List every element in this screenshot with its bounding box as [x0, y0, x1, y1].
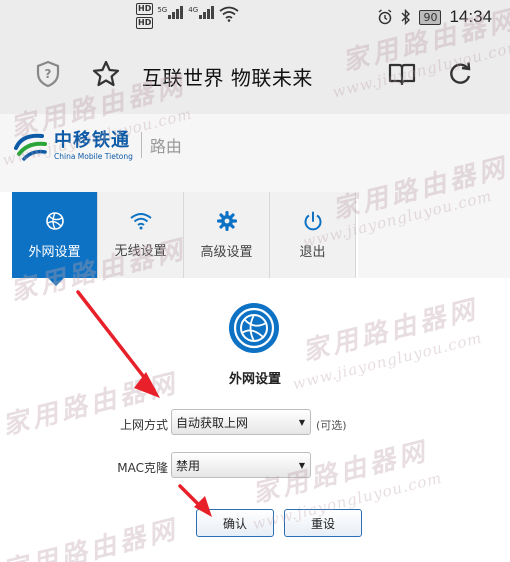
reset-button[interactable]: 重设	[284, 509, 362, 537]
chevron-down-icon: ▼	[298, 461, 305, 470]
tab-label: 退出	[299, 244, 326, 260]
confirm-button[interactable]: 确认	[196, 509, 274, 537]
hd-badge: HD	[136, 3, 154, 15]
reload-button[interactable]	[442, 56, 478, 92]
mac-clone-select[interactable]: 禁用 ▼	[171, 452, 311, 478]
reading-mode-button[interactable]	[384, 56, 420, 92]
battery-icon: 90	[419, 9, 442, 25]
tab-logout[interactable]: 退出	[270, 192, 356, 278]
tab-label: 高级设置	[200, 244, 253, 260]
router-header: 中移铁通 China Mobile Tietong 路由	[0, 114, 510, 192]
annotation-arrow	[76, 290, 160, 398]
watermark-text: 家用路由器网	[299, 294, 482, 368]
mac-clone-value: 禁用	[176, 458, 201, 473]
svg-text:?: ?	[45, 67, 52, 81]
tab-label: 无线设置	[114, 243, 167, 259]
watermark-text: 家用路由器网	[0, 514, 182, 562]
brand-name-cn: 中移铁通	[54, 129, 130, 151]
connection-type-label: 上网方式	[119, 418, 168, 432]
status-bar: HD HD 5G 4G 90 14:34	[0, 0, 510, 34]
browser-toolbar: ? 互联世界 物联未来	[0, 34, 510, 114]
star-icon	[92, 60, 120, 87]
brand-text: 中移铁通 China Mobile Tietong	[54, 130, 133, 161]
tab-advanced-settings[interactable]: 高级设置	[184, 192, 270, 278]
tab-wan-settings[interactable]: 外网设置	[12, 192, 98, 286]
book-icon	[388, 63, 416, 86]
watermark-url: www.jiayongluyou.com	[290, 328, 485, 394]
wifi-icon	[129, 212, 152, 229]
section-title: 外网设置	[228, 372, 281, 387]
reload-icon	[450, 62, 471, 84]
signal-5g-icon: 5G	[157, 6, 184, 19]
nav-filler	[358, 192, 510, 278]
main-nav: 外网设置 无线设置 高级设置 退出	[12, 192, 356, 286]
browser-page-title: 互联世界 物联未来	[142, 66, 313, 90]
mac-clone-label: MAC克隆	[117, 461, 168, 475]
globe-icon	[45, 211, 64, 230]
hd-badge: HD	[136, 17, 154, 29]
security-shield-button[interactable]: ?	[30, 56, 66, 92]
connection-type-select[interactable]: 自动获取上网 ▼	[171, 409, 311, 435]
wifi-status-icon	[219, 6, 239, 22]
brand-logo: 中移铁通 China Mobile Tietong 路由	[12, 128, 182, 162]
connection-type-value: 自动获取上网	[176, 415, 249, 430]
china-mobile-logo-icon	[14, 133, 47, 161]
shield-icon: ?	[36, 60, 60, 88]
bluetooth-icon	[401, 9, 411, 25]
chevron-down-icon: ▼	[298, 418, 305, 427]
wan-globe-icon	[229, 303, 279, 353]
tab-label: 外网设置	[28, 244, 81, 260]
status-time: 14:34	[449, 7, 492, 26]
brand-name-en: China Mobile Tietong	[54, 151, 133, 161]
connection-type-hint: (可选)	[316, 419, 347, 432]
power-icon	[304, 211, 321, 230]
tab-wireless-settings[interactable]: 无线设置	[98, 192, 184, 278]
status-bar-right: 90 14:34	[377, 7, 492, 27]
status-bar-left: HD HD 5G 4G	[136, 3, 239, 29]
bookmark-button[interactable]	[88, 56, 124, 92]
hd-badges: HD HD	[136, 3, 154, 29]
header-divider	[140, 132, 142, 158]
gear-icon	[216, 210, 237, 231]
alarm-icon	[379, 9, 392, 25]
router-label: 路由	[149, 137, 182, 156]
signal-4g-icon: 4G	[188, 6, 215, 19]
